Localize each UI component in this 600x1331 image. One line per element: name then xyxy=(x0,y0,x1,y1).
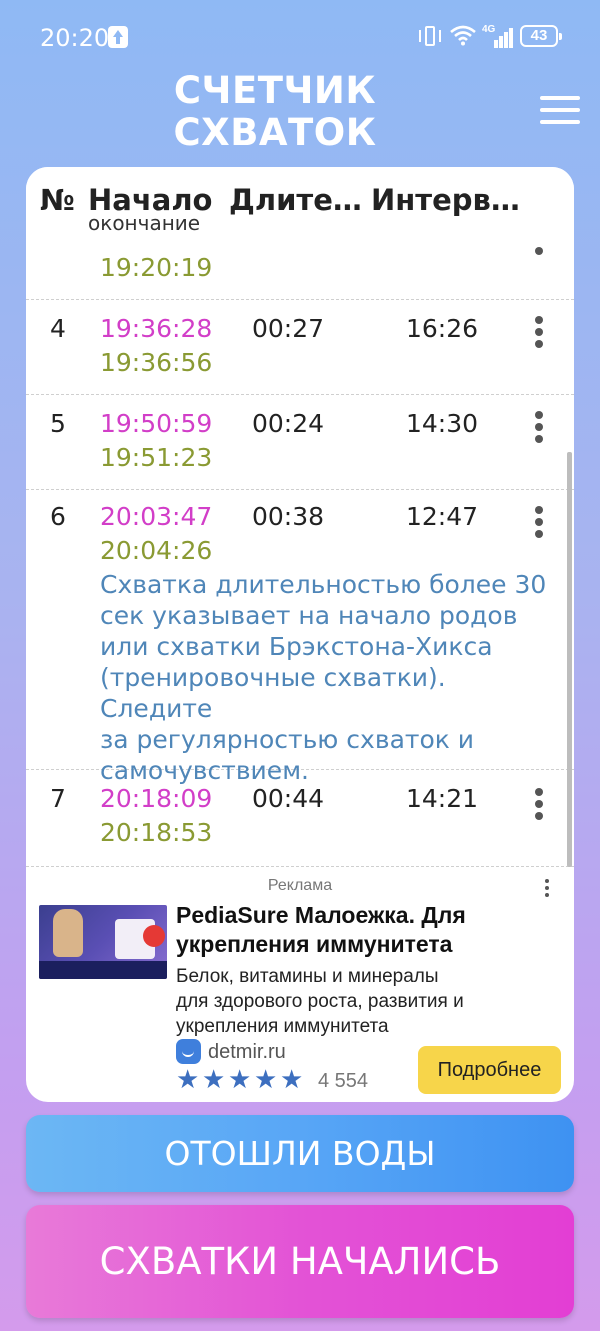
column-number: № xyxy=(40,183,75,217)
ad-title[interactable]: PediaSure Малоежка. Для укрепления иммун… xyxy=(176,901,566,959)
hamburger-menu-icon[interactable] xyxy=(540,96,580,124)
status-time: 20:20 xyxy=(40,24,110,52)
row-end-time: 19:51:23 xyxy=(100,443,213,472)
row-number: 5 xyxy=(50,409,66,438)
ad-domain: detmir.ru xyxy=(208,1041,286,1063)
row-start-time: 20:18:09 xyxy=(100,784,213,813)
advertiser-logo-icon xyxy=(176,1039,201,1064)
wifi-icon xyxy=(450,25,476,46)
row-interval: 14:21 xyxy=(406,784,479,813)
table-row: 7 20:18:09 20:18:53 00:44 14:21 xyxy=(26,770,574,867)
upload-notification-icon xyxy=(108,26,128,48)
status-bar: 20:20 4G 43 xyxy=(0,0,600,72)
row-more-icon[interactable] xyxy=(534,786,544,822)
list-scrollbar[interactable] xyxy=(567,452,572,867)
app-title: СЧЕТЧИК СХВАТОК xyxy=(170,70,380,154)
star-icon: ★ xyxy=(280,1065,304,1095)
row-number: 4 xyxy=(50,314,66,343)
row-duration: 00:44 xyxy=(252,784,325,813)
note-line: (тренировочные схватки). Следите xyxy=(100,663,446,723)
row-end-time: 20:04:26 xyxy=(100,536,213,565)
table-row: 5 19:50:59 19:51:23 00:24 14:30 xyxy=(26,395,574,490)
table-row: 4 19:36:28 19:36:56 00:27 16:26 xyxy=(26,300,574,395)
ad-description: Белок, витамины и минералы для здорового… xyxy=(176,964,566,1039)
row-number: 6 xyxy=(50,502,66,531)
column-interval: Интерв… xyxy=(371,183,520,217)
row-duration: 00:24 xyxy=(252,409,325,438)
water-broke-button[interactable]: ОТОШЛИ ВОДЫ xyxy=(26,1115,574,1192)
column-duration: Длите… xyxy=(229,183,362,217)
ad-details-button[interactable]: Подробнее xyxy=(418,1046,561,1094)
table-header: № Начало окончание Длите… Интерв… xyxy=(26,167,574,242)
contractions-started-button[interactable]: СХВАТКИ НАЧАЛИСЬ xyxy=(26,1205,574,1318)
contractions-card: 19:20:19 4 19:36:28 19:36:56 00:27 16:26… xyxy=(26,167,574,1102)
ad-title-line: PediaSure Малоежка. Для xyxy=(176,902,466,928)
row-more-icon[interactable] xyxy=(534,314,544,350)
row-end-time: 19:20:19 xyxy=(100,253,213,282)
note-line: или схватки Брэкстона-Хикса xyxy=(100,632,493,661)
row-duration: 00:38 xyxy=(252,502,325,531)
star-icon: ★ xyxy=(202,1065,226,1095)
row-end-time: 19:36:56 xyxy=(100,348,213,377)
row-duration: 00:27 xyxy=(252,314,325,343)
ad-desc-line: для здорового роста, развития и xyxy=(176,991,464,1012)
row-start-time: 20:03:47 xyxy=(100,502,213,531)
row-more-icon[interactable] xyxy=(534,409,544,445)
battery-icon: 43 xyxy=(520,25,562,47)
ad-title-line: укрепления иммунитета xyxy=(176,931,453,957)
row-start-time: 19:36:28 xyxy=(100,314,213,343)
rating-stars: ★ ★ ★ ★ ★ xyxy=(176,1067,306,1093)
ad-review-count: 4 554 xyxy=(318,1070,369,1092)
row-interval: 14:30 xyxy=(406,409,479,438)
ad-image[interactable] xyxy=(39,905,167,979)
vibrate-icon xyxy=(418,25,442,47)
ad-options-icon[interactable] xyxy=(544,877,550,897)
contraction-warning-note: Схватка длительностью более 30 сек указы… xyxy=(100,569,555,786)
app-title-line2: СХВАТОК xyxy=(173,111,377,154)
network-type: 4G xyxy=(482,24,496,35)
ad-banner[interactable]: Реклама PediaSure Малоежка. Для укреплен… xyxy=(26,867,574,1102)
ad-desc-line: Белок, витамины и минералы xyxy=(176,966,439,987)
row-interval: 16:26 xyxy=(406,314,479,343)
row-start-time: 19:50:59 xyxy=(100,409,213,438)
app-title-line1: СЧЕТЧИК xyxy=(173,69,377,112)
note-line: сек указывает на начало родов xyxy=(100,601,518,630)
row-interval: 12:47 xyxy=(406,502,479,531)
row-end-time: 20:18:53 xyxy=(100,818,213,847)
star-icon: ★ xyxy=(228,1065,252,1095)
table-row: 6 20:03:47 20:04:26 00:38 12:47 Схватка … xyxy=(26,490,574,785)
column-start-subtitle: окончание xyxy=(88,211,201,235)
ad-label: Реклама xyxy=(267,877,333,894)
contractions-list[interactable]: 19:20:19 4 19:36:28 19:36:56 00:27 16:26… xyxy=(26,167,574,867)
row-more-icon[interactable] xyxy=(534,243,544,257)
note-line: Схватка длительностью более 30 xyxy=(100,570,547,599)
star-icon: ★ xyxy=(176,1065,200,1095)
ad-desc-line: укрепления иммунитета xyxy=(176,1016,389,1037)
cellular-signal-icon: 4G xyxy=(482,24,514,48)
star-icon: ★ xyxy=(254,1065,278,1095)
row-more-icon[interactable] xyxy=(534,504,544,540)
note-line: за регулярностью схваток и xyxy=(100,725,475,754)
row-number: 7 xyxy=(50,784,66,813)
